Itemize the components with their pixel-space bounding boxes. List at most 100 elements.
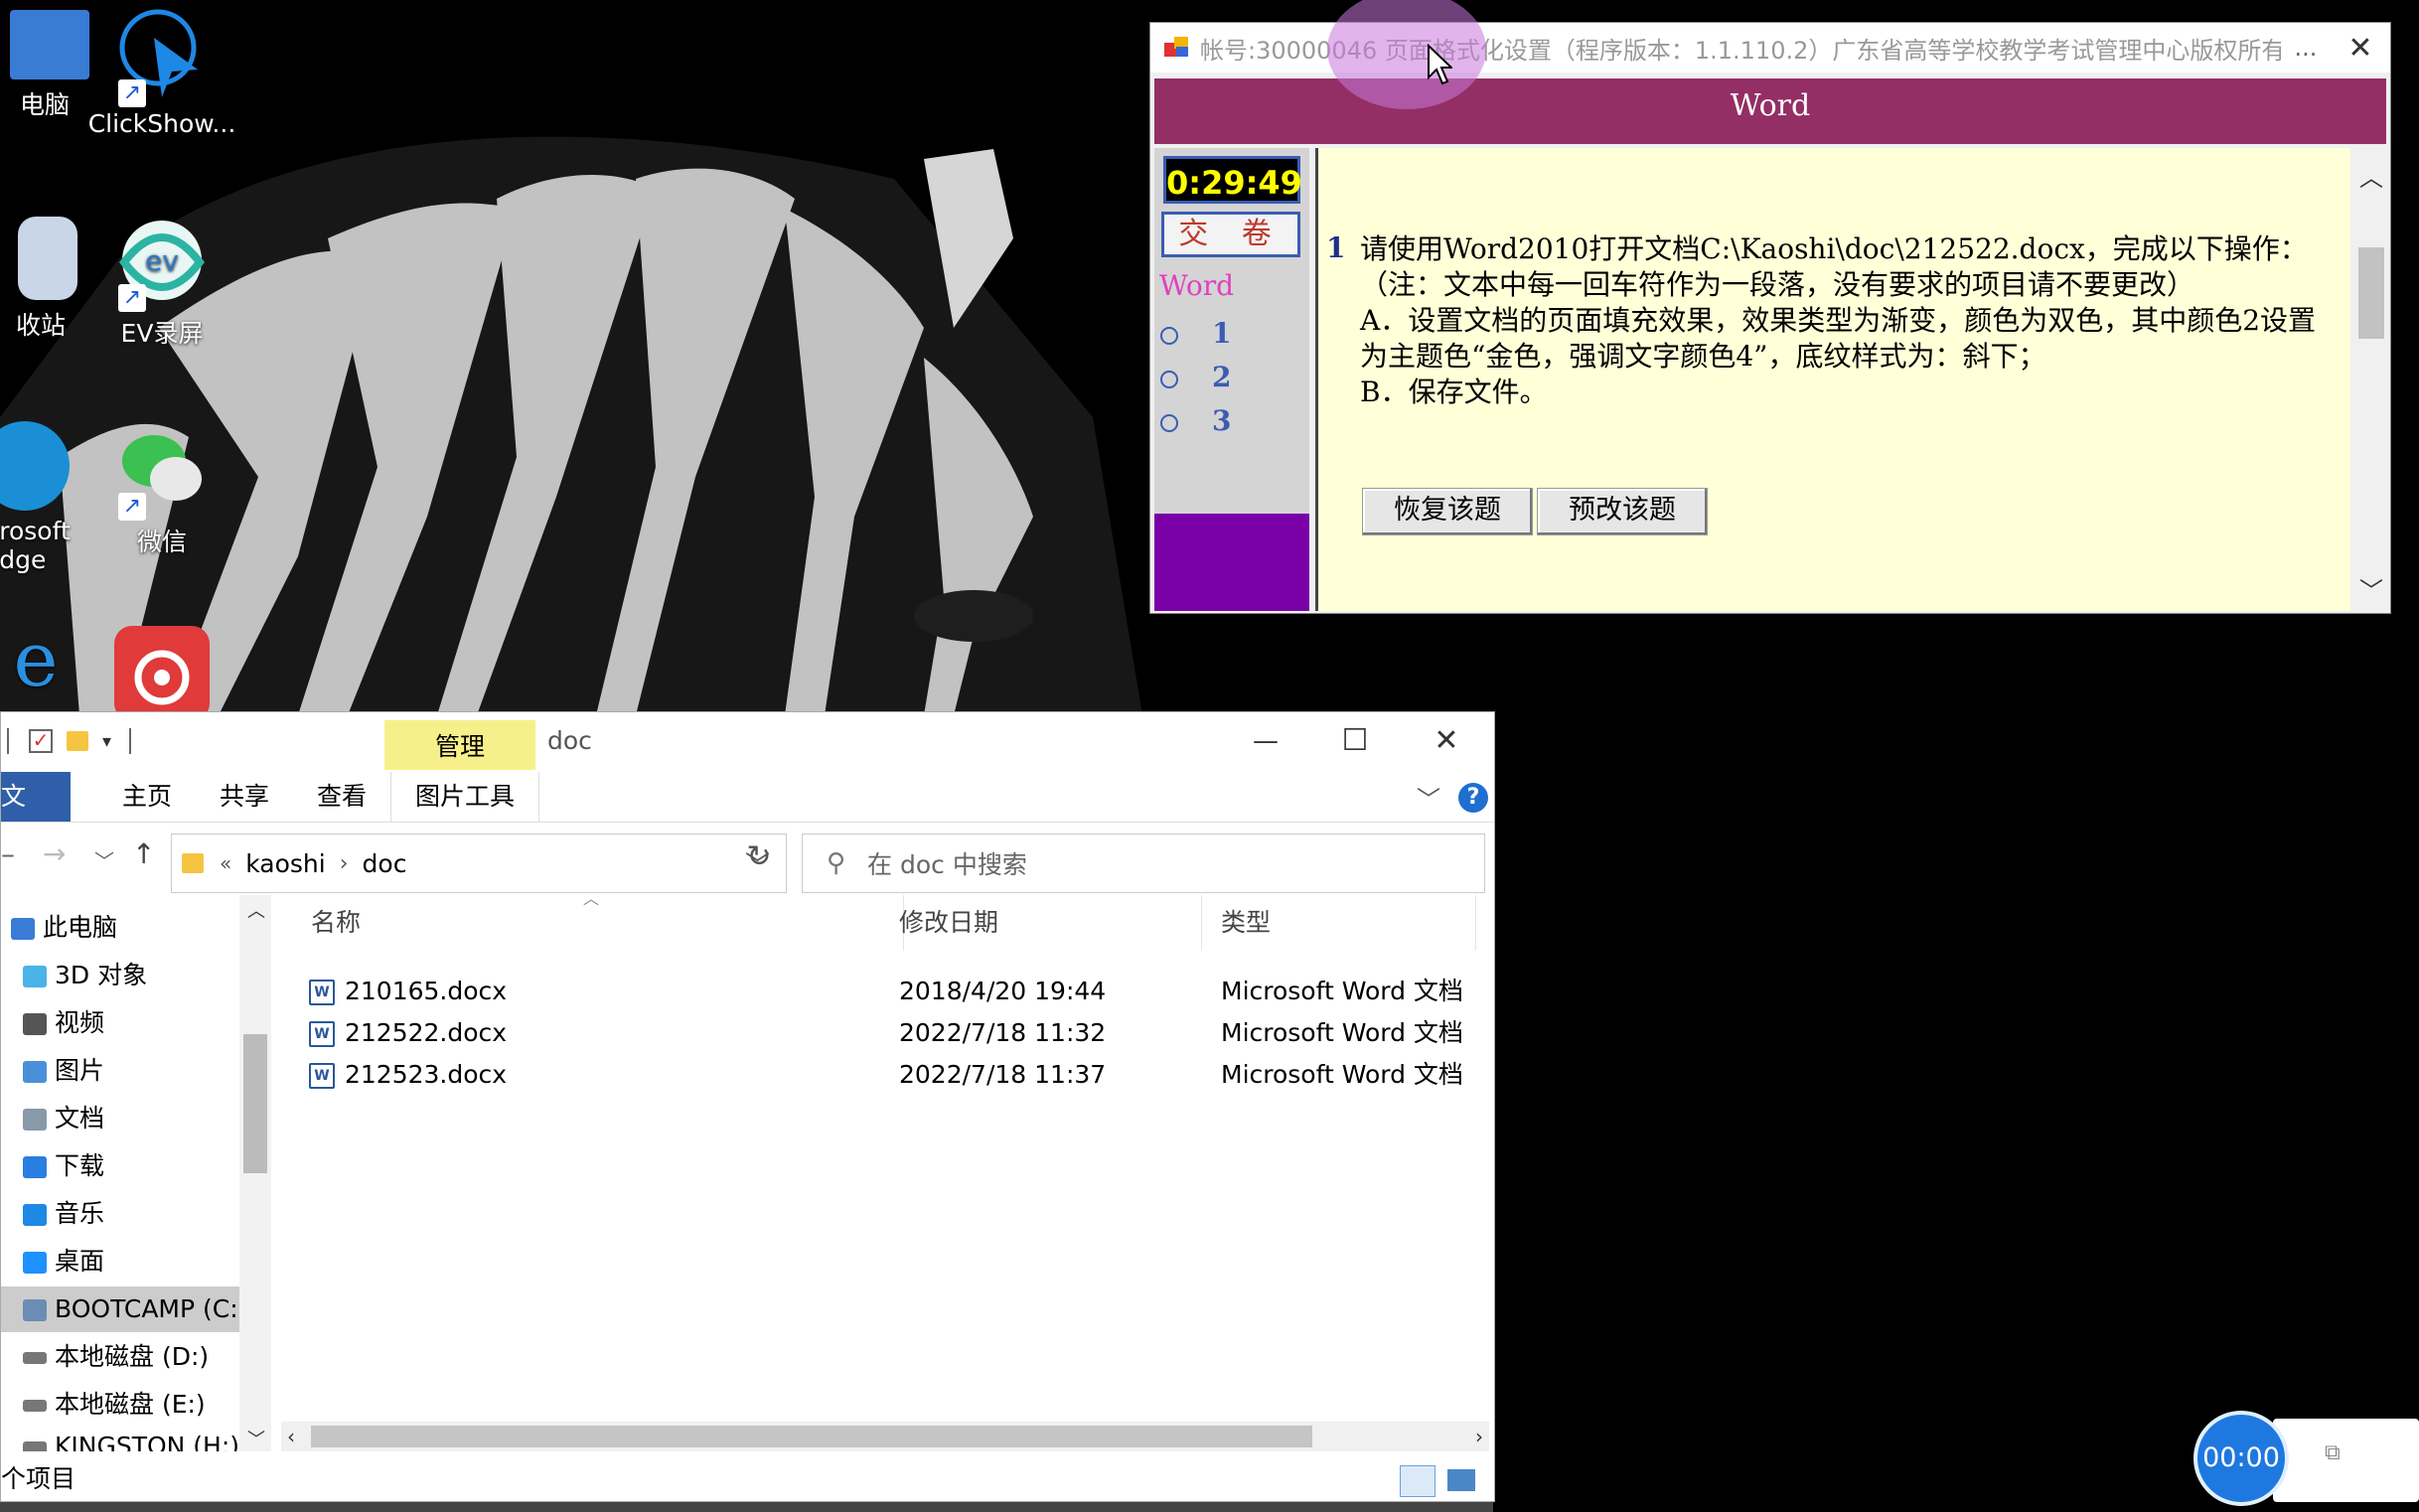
scroll-up-icon[interactable]: ︿ (247, 897, 265, 923)
close-button[interactable]: ✕ (2331, 31, 2390, 66)
tab-share[interactable]: 共享 (196, 772, 293, 822)
file-name: 210165.docx (345, 977, 508, 1005)
recording-timer[interactable]: 00:00 (2193, 1411, 2289, 1506)
large-icons-view-icon[interactable] (1447, 1469, 1475, 1491)
minimize-button[interactable]: — (1221, 716, 1310, 766)
desktop-icon-clickshow[interactable]: ↗ ClickShow... (68, 8, 256, 138)
scroll-down-icon[interactable]: ﹀ (2358, 571, 2384, 605)
scrollbar-thumb[interactable] (311, 1426, 1312, 1447)
scroll-left-icon[interactable]: ‹ (287, 1422, 295, 1451)
desktop-icon-ev-recorder[interactable]: ev ↗ EV录屏 (68, 213, 256, 350)
tab-picture-tools[interactable]: 图片工具 (390, 772, 540, 822)
recent-locations-chevron-icon[interactable]: ﹀ (94, 845, 114, 874)
tab-file[interactable]: 文件 (1, 772, 71, 860)
column-header-type[interactable]: 类型 (1221, 895, 1476, 951)
file-row[interactable]: W 212522.docx 2022/7/18 11:32 Microsoft … (309, 1012, 1481, 1054)
desktop-icon-wechat[interactable]: ↗ 微信 (68, 421, 256, 558)
file-explorer-window[interactable]: ✓ ▾ 管理 doc — ☐ ✕ 文件 主页 共享 查看 图片工具 ﹀ ? – … (0, 711, 1495, 1502)
expand-ribbon-chevron-icon[interactable]: ﹀ (1417, 780, 1440, 815)
help-icon[interactable]: ? (1458, 782, 1488, 813)
restore-question-button[interactable]: 恢复该题 (1362, 488, 1533, 535)
recorder-widget[interactable]: ⧉ 00:00 (2193, 1411, 2419, 1512)
edge-icon (0, 421, 70, 511)
preview-question-button[interactable]: 预改该题 (1537, 488, 1708, 535)
nav-item-label: BOOTCAMP (C: (55, 1294, 238, 1323)
nav-item-downloads[interactable]: 下载 (1, 1143, 239, 1189)
word-document-icon: W (309, 980, 335, 1005)
tab-home[interactable]: 主页 (98, 772, 196, 822)
desktop-icon-label: EV录屏 (120, 319, 204, 348)
nav-item-kingston[interactable]: KINGSTON (H:) (1, 1424, 239, 1451)
breadcrumb-segment[interactable]: kaoshi (245, 849, 325, 878)
maximize-button[interactable]: ☐ (1310, 716, 1400, 766)
nav-item-bootcamp[interactable]: BOOTCAMP (C: (1, 1286, 239, 1332)
nav-item-documents[interactable]: 文档 (1, 1096, 239, 1141)
question-nav-number: 1 (1212, 317, 1232, 350)
desktop-icon-label: 收站 (15, 311, 66, 340)
question-number: 1 (1326, 231, 1346, 264)
nav-item-label: KINGSTON (H:) (55, 1432, 239, 1451)
breadcrumb-segment[interactable]: doc (363, 849, 407, 878)
toolbar-separator (129, 728, 132, 754)
navigation-scrollbar[interactable]: ︿ ﹀ (239, 895, 271, 1451)
nav-item-pictures[interactable]: 图片 (1, 1048, 239, 1094)
drive-icon (23, 1352, 47, 1364)
file-row[interactable]: W 212523.docx 2022/7/18 11:37 Microsoft … (309, 1054, 1481, 1096)
customize-toolbar-icon[interactable]: ▾ (102, 731, 111, 752)
column-header-date[interactable]: 修改日期 (899, 895, 1202, 951)
nav-item-desktop[interactable]: 桌面 (1, 1239, 239, 1285)
question-nav-item-2[interactable]: 2 (1160, 361, 1289, 396)
nav-item-drive-e[interactable]: 本地磁盘 (E:) (1, 1382, 239, 1428)
folder-icon (182, 853, 204, 873)
tab-view[interactable]: 查看 (293, 772, 390, 822)
nav-item-label: 桌面 (55, 1247, 105, 1276)
scrollbar-thumb[interactable] (243, 1034, 267, 1173)
submit-exam-button[interactable]: 交 卷 (1161, 212, 1300, 257)
scroll-up-icon[interactable]: ︿ (2358, 158, 2384, 192)
forward-arrow-icon[interactable]: → (43, 837, 66, 870)
refresh-icon[interactable]: ↻ (736, 839, 782, 885)
breadcrumb-chevron-icon[interactable]: › (340, 851, 349, 876)
manage-context-tab[interactable]: 管理 (384, 720, 535, 770)
file-type: Microsoft Word 文档 (1221, 1018, 1463, 1047)
file-date: 2022/7/18 11:37 (899, 1060, 1107, 1089)
nav-item-label: 图片 (55, 1056, 105, 1085)
details-view-icon[interactable] (1400, 1465, 1436, 1497)
back-arrow-icon[interactable]: – (1, 837, 15, 870)
shortcut-arrow-icon: ↗ (118, 493, 146, 521)
restore-window-icon[interactable]: ⧉ (2325, 1440, 2341, 1465)
ribbon-right-controls: ﹀ ? (1417, 780, 1488, 815)
file-row[interactable]: W 210165.docx 2018/4/20 19:44 Microsoft … (309, 971, 1481, 1012)
close-button[interactable]: ✕ (1402, 716, 1491, 766)
horizontal-scrollbar[interactable]: ‹ › (281, 1422, 1489, 1451)
question-scrollbar[interactable]: ︿ ﹀ (2350, 148, 2390, 611)
address-overflow-icon[interactable]: « (220, 851, 231, 875)
nav-item-this-pc[interactable]: 此电脑 (1, 905, 239, 951)
nav-item-videos[interactable]: 视频 (1, 1000, 239, 1046)
question-nav-item-1[interactable]: 1 (1160, 317, 1289, 353)
nav-item-label: 本地磁盘 (D:) (55, 1342, 210, 1371)
more-options-button[interactable]: ... (2281, 34, 2331, 62)
up-arrow-icon[interactable]: ↑ (132, 837, 155, 870)
scrollbar-thumb[interactable] (2358, 247, 2384, 339)
search-box[interactable]: ⚲ 在 doc 中搜索 (802, 833, 1485, 893)
quick-access-toolbar: ✓ ▾ (1, 712, 378, 770)
nav-item-music[interactable]: 音乐 (1, 1191, 239, 1237)
address-bar[interactable]: « kaoshi › doc ﹀ (171, 833, 787, 893)
question-nav-item-3[interactable]: 3 (1160, 404, 1289, 440)
file-type: Microsoft Word 文档 (1221, 977, 1463, 1005)
nav-item-drive-d[interactable]: 本地磁盘 (D:) (1, 1334, 239, 1380)
properties-icon[interactable]: ✓ (29, 729, 53, 753)
nav-item-3d-objects[interactable]: 3D 对象 (1, 953, 239, 998)
nav-item-label: 本地磁盘 (E:) (55, 1390, 206, 1419)
exam-window[interactable]: 帐号:30000046 页面格式化设置（程序版本：1.1.110.2）广东省高等… (1149, 22, 2391, 614)
scroll-down-icon[interactable]: ﹀ (247, 1426, 265, 1451)
new-folder-icon[interactable] (67, 731, 88, 751)
address-row: – → ﹀ ↑ « kaoshi › doc ﹀ ↻ ⚲ 在 doc 中搜索 (1, 826, 1494, 895)
scroll-right-icon[interactable]: › (1475, 1422, 1483, 1451)
wechat-icon: ↗ (114, 421, 210, 521)
nav-item-label: 音乐 (55, 1199, 105, 1228)
column-header-name[interactable]: 名称 (311, 895, 904, 951)
file-date: 2018/4/20 19:44 (899, 977, 1107, 1005)
desktop-icon (23, 1252, 47, 1274)
